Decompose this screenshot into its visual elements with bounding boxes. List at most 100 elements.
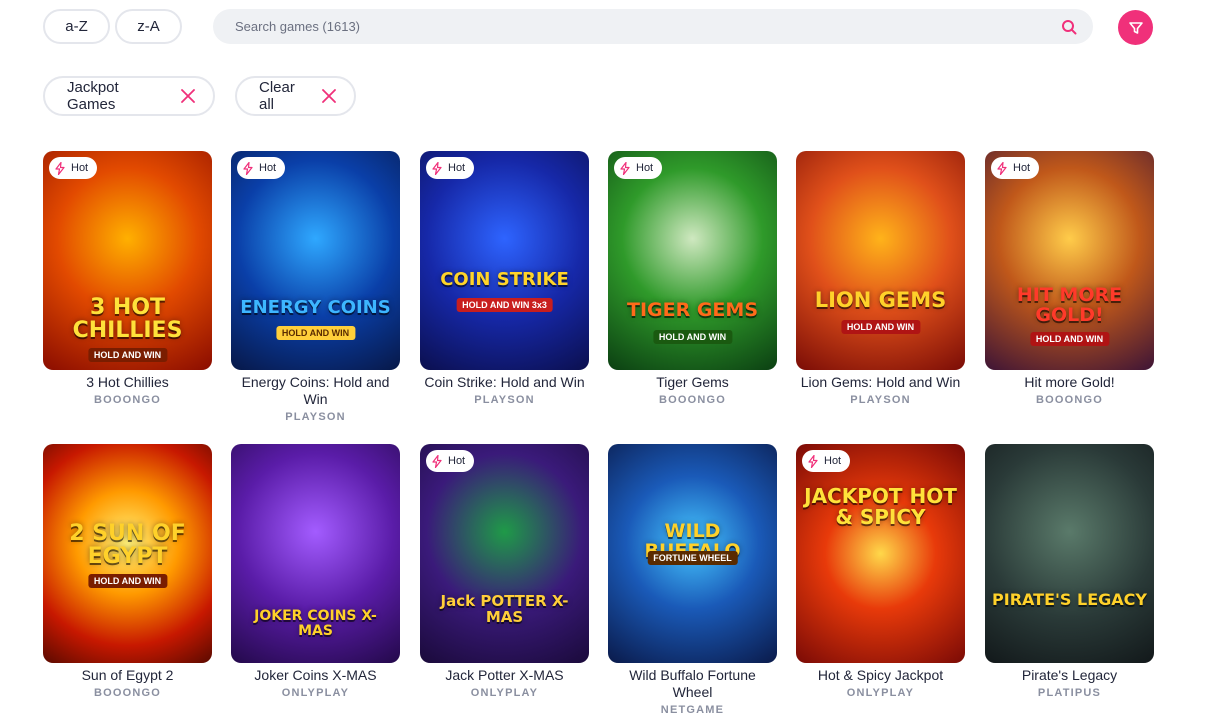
lightning-icon	[808, 454, 818, 468]
game-name[interactable]: 3 Hot Chillies	[43, 374, 212, 391]
game-art-title: 3 HOT CHILLIES	[72, 295, 183, 344]
game-thumbnail[interactable]: LION GEMS HOLD AND WIN	[796, 151, 965, 370]
game-provider: PLAYSON	[850, 394, 911, 406]
game-card[interactable]: 2 SUN OF EGYPT HOLD AND WIN Sun of Egypt 2…	[43, 444, 212, 699]
game-card[interactable]: JOKER COINS X-MAS Joker Coins X-MAS ONLYPL…	[231, 444, 400, 699]
game-provider: PLAYSON	[285, 411, 346, 423]
game-name[interactable]: Sun of Egypt 2	[43, 667, 212, 684]
clear-all-label: Clear all	[259, 79, 295, 113]
game-name[interactable]: Jack Potter X-MAS	[420, 667, 589, 684]
game-art-title: Jack POTTER X-MAS	[440, 592, 569, 626]
game-provider: ONLYPLAY	[846, 687, 915, 699]
game-name[interactable]: Joker Coins X-MAS	[231, 667, 400, 684]
game-provider: PLATIPUS	[1037, 687, 1102, 699]
game-name[interactable]: Wild Buffalo Fortune Wheel	[608, 667, 777, 701]
game-card[interactable]: JACKPOT HOT & SPICY Hot Hot & Spicy Jackpo…	[796, 444, 965, 699]
game-art-subtitle: HOLD AND WIN	[840, 320, 921, 335]
game-provider: BOOONGO	[658, 394, 727, 406]
game-card[interactable]: ENERGY COINS HOLD AND WIN Hot Energy Coins:…	[231, 151, 400, 423]
game-art-title: LION GEMS	[814, 288, 947, 312]
game-card[interactable]: HIT MORE GOLD! HOLD AND WIN Hot Hit more Go…	[985, 151, 1154, 406]
game-provider: ONLYPLAY	[281, 687, 350, 699]
sort-z-a-button[interactable]: z-A	[115, 9, 182, 44]
lightning-icon	[55, 161, 65, 175]
filter-chip-label: Jackpot Games	[67, 79, 119, 113]
hot-badge-label: Hot	[1013, 162, 1031, 174]
hot-badge: Hot	[426, 450, 475, 472]
game-art-subtitle: FORTUNE WHEEL	[647, 550, 738, 565]
hot-badge-label: Hot	[636, 162, 654, 174]
game-name[interactable]: Pirate's Legacy	[985, 667, 1154, 684]
game-thumbnail[interactable]: WILD BUFFALOFORTUNE WHEEL	[608, 444, 777, 663]
game-thumbnail[interactable]: COIN STRIKE HOLD AND WIN 3x3 Hot	[420, 151, 589, 370]
game-name[interactable]: Hit more Gold!	[985, 374, 1154, 391]
game-thumbnail[interactable]: TIGER GEMS HOLD AND WIN Hot	[608, 151, 777, 370]
game-name[interactable]: Coin Strike: Hold and Win	[420, 374, 589, 391]
close-icon	[322, 89, 336, 103]
hot-badge-label: Hot	[448, 455, 466, 467]
game-provider: BOOONGO	[1035, 394, 1104, 406]
lightning-icon	[432, 161, 442, 175]
game-thumbnail[interactable]: JACKPOT HOT & SPICY Hot	[796, 444, 965, 663]
hot-badge-label: Hot	[824, 455, 842, 467]
hot-badge-label: Hot	[259, 162, 277, 174]
lightning-icon	[243, 161, 253, 175]
filter-chip-jackpot-games[interactable]: Jackpot Games	[43, 76, 215, 116]
game-provider: ONLYPLAY	[470, 687, 539, 699]
hot-badge: Hot	[802, 450, 851, 472]
game-art-title: PIRATE'S LEGACY	[992, 590, 1147, 609]
sort-a-z-button[interactable]: a-Z	[43, 9, 110, 44]
hot-badge: Hot	[991, 157, 1040, 179]
close-icon[interactable]	[181, 89, 195, 103]
game-thumbnail[interactable]: ENERGY COINS HOLD AND WIN Hot	[231, 151, 400, 370]
game-art-title: JACKPOT HOT & SPICY	[804, 484, 957, 529]
game-art-subtitle: HOLD AND WIN	[87, 348, 168, 363]
game-name[interactable]: Lion Gems: Hold and Win	[796, 374, 965, 391]
game-provider: PLAYSON	[474, 394, 535, 406]
game-card[interactable]: PIRATE'S LEGACY Pirate's Legacy PLATIPUS	[985, 444, 1154, 699]
hot-badge: Hot	[426, 157, 475, 179]
search-bar	[213, 9, 1093, 44]
clear-all-filters-button[interactable]: Clear all	[235, 76, 356, 116]
hot-badge: Hot	[49, 157, 98, 179]
game-card[interactable]: Jack POTTER X-MAS Hot Jack Potter X-MAS ONL…	[420, 444, 589, 699]
game-thumbnail[interactable]: PIRATE'S LEGACY	[985, 444, 1154, 663]
game-name[interactable]: Energy Coins: Hold and Win	[231, 374, 400, 408]
game-art-title: COIN STRIKE	[440, 269, 569, 290]
game-name[interactable]: Tiger Gems	[608, 374, 777, 391]
game-art-title: HIT MORE GOLD!	[1016, 284, 1123, 326]
search-icon[interactable]	[1061, 19, 1077, 35]
game-art-subtitle: HOLD AND WIN	[652, 329, 733, 344]
game-thumbnail[interactable]: JOKER COINS X-MAS	[231, 444, 400, 663]
game-provider: NETGAME	[660, 704, 725, 716]
game-art-title: ENERGY COINS	[240, 297, 391, 318]
game-thumbnail[interactable]: 3 HOT CHILLIES HOLD AND WIN Hot	[43, 151, 212, 370]
game-card[interactable]: COIN STRIKE HOLD AND WIN 3x3 Hot Coin Strik…	[420, 151, 589, 406]
game-provider: BOOONGO	[93, 394, 162, 406]
hot-badge-label: Hot	[448, 162, 466, 174]
search-input[interactable]	[233, 18, 1061, 35]
game-art-title: JOKER COINS X-MAS	[254, 608, 377, 639]
game-thumbnail[interactable]: 2 SUN OF EGYPT HOLD AND WIN	[43, 444, 212, 663]
game-art-subtitle: HOLD AND WIN 3x3	[456, 298, 553, 313]
game-card[interactable]: 3 HOT CHILLIES HOLD AND WIN Hot 3 Hot Chill…	[43, 151, 212, 406]
filter-button[interactable]	[1118, 10, 1153, 45]
lightning-icon	[432, 454, 442, 468]
game-provider: BOOONGO	[93, 687, 162, 699]
game-art-subtitle: HOLD AND WIN	[275, 326, 356, 341]
game-art-title: TIGER GEMS	[626, 299, 758, 321]
filter-icon	[1128, 20, 1144, 36]
hot-badge: Hot	[237, 157, 286, 179]
game-thumbnail[interactable]: HIT MORE GOLD! HOLD AND WIN Hot	[985, 151, 1154, 370]
game-art-title: 2 SUN OF EGYPT	[69, 521, 186, 570]
game-card[interactable]: WILD BUFFALOFORTUNE WHEEL Wild Buffalo Fo…	[608, 444, 777, 716]
lightning-icon	[620, 161, 630, 175]
game-art-subtitle: HOLD AND WIN	[87, 574, 168, 589]
game-card[interactable]: LION GEMS HOLD AND WIN Lion Gems: Hold and…	[796, 151, 965, 406]
game-card[interactable]: TIGER GEMS HOLD AND WIN Hot Tiger Gems BOOON…	[608, 151, 777, 406]
hot-badge-label: Hot	[71, 162, 89, 174]
lightning-icon	[997, 161, 1007, 175]
game-art-subtitle: HOLD AND WIN	[1029, 331, 1110, 346]
game-name[interactable]: Hot & Spicy Jackpot	[796, 667, 965, 684]
game-thumbnail[interactable]: Jack POTTER X-MAS Hot	[420, 444, 589, 663]
